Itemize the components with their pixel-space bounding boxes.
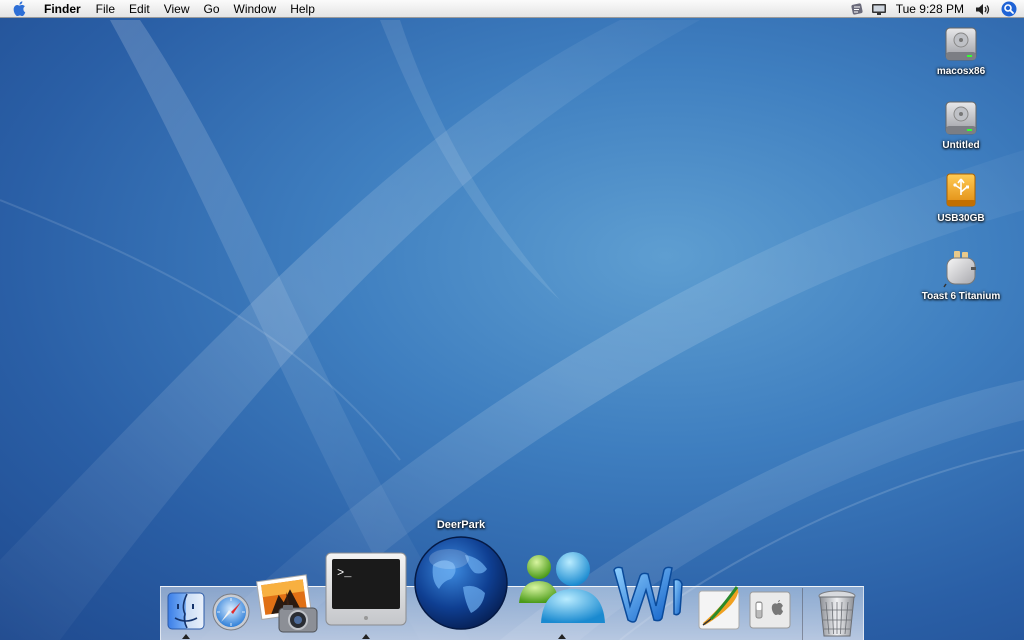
dock-running-indicator — [558, 634, 566, 639]
dock-item-finder[interactable] — [165, 590, 207, 637]
hard-drive-icon — [945, 27, 977, 61]
dock-item-terminal[interactable]: >_ — [325, 552, 407, 633]
spotlight-button[interactable] — [994, 0, 1024, 18]
menu-file[interactable]: File — [89, 0, 122, 18]
dock-item-deerpark[interactable] — [413, 535, 509, 636]
safari-compass-icon — [212, 593, 250, 631]
menu-window[interactable]: Window — [227, 0, 284, 18]
quill-icon — [698, 586, 740, 630]
desktop-icon-label: USB30GB — [937, 213, 985, 224]
menu-bar: Finder File Edit View Go Window Help Tue… — [0, 0, 1024, 18]
desktop[interactable]: Finder File Edit View Go Window Help Tue… — [0, 0, 1024, 640]
dock-running-indicator — [362, 634, 370, 639]
script-menu-icon[interactable] — [846, 0, 868, 18]
dock-item-trash[interactable] — [814, 588, 860, 640]
dock-tooltip: DeerPark — [436, 519, 486, 531]
menu-view[interactable]: View — [157, 0, 197, 18]
globe-icon — [414, 536, 508, 630]
dock-item-iphoto[interactable] — [255, 572, 321, 639]
spotlight-icon — [1001, 1, 1017, 17]
dock-item-quill[interactable] — [697, 583, 745, 636]
dock-item-messenger[interactable] — [515, 545, 609, 634]
iphoto-icon — [256, 574, 318, 633]
finder-icon — [167, 592, 205, 630]
desktop-icon-label: Toast 6 Titanium — [921, 291, 1001, 302]
menu-go[interactable]: Go — [197, 0, 227, 18]
usb-drive-icon — [946, 173, 976, 207]
dock-item-safari[interactable] — [210, 591, 252, 638]
desktop-icon-label: Untitled — [942, 140, 980, 151]
menu-app-finder[interactable]: Finder — [40, 0, 89, 18]
dock-item-system-preferences[interactable] — [748, 590, 792, 635]
toaster-icon — [943, 251, 976, 288]
apple-logo-icon — [13, 1, 26, 16]
dock-item-word[interactable] — [610, 562, 692, 631]
messenger-icon — [519, 552, 605, 623]
terminal-icon: >_ — [325, 552, 407, 626]
hard-drive-icon — [945, 101, 977, 135]
desktop-icon-toast[interactable]: Toast 6 Titanium — [911, 249, 1011, 302]
dock-running-indicator — [182, 634, 190, 639]
wallpaper — [0, 20, 1024, 640]
trash-icon — [818, 590, 856, 637]
desktop-icon-usb30gb[interactable]: USB30GB — [911, 171, 1011, 224]
apple-menu[interactable] — [0, 0, 40, 18]
desktop-icon-untitled[interactable]: Untitled — [911, 98, 1011, 151]
menu-help[interactable]: Help — [283, 0, 322, 18]
volume-icon[interactable] — [972, 0, 994, 18]
menu-extras: Tue 9:28 PM — [846, 0, 1024, 18]
desktop-icon-macosx86[interactable]: macosx86 — [911, 24, 1011, 77]
dock-divider — [802, 588, 803, 640]
word-icon — [613, 566, 683, 623]
menu-clock[interactable]: Tue 9:28 PM — [890, 0, 972, 18]
menu-edit[interactable]: Edit — [122, 0, 157, 18]
display-icon[interactable] — [868, 0, 890, 18]
svg-text:>_: >_ — [337, 566, 352, 580]
desktop-icon-label: macosx86 — [936, 66, 986, 77]
switch-icon — [749, 591, 791, 629]
